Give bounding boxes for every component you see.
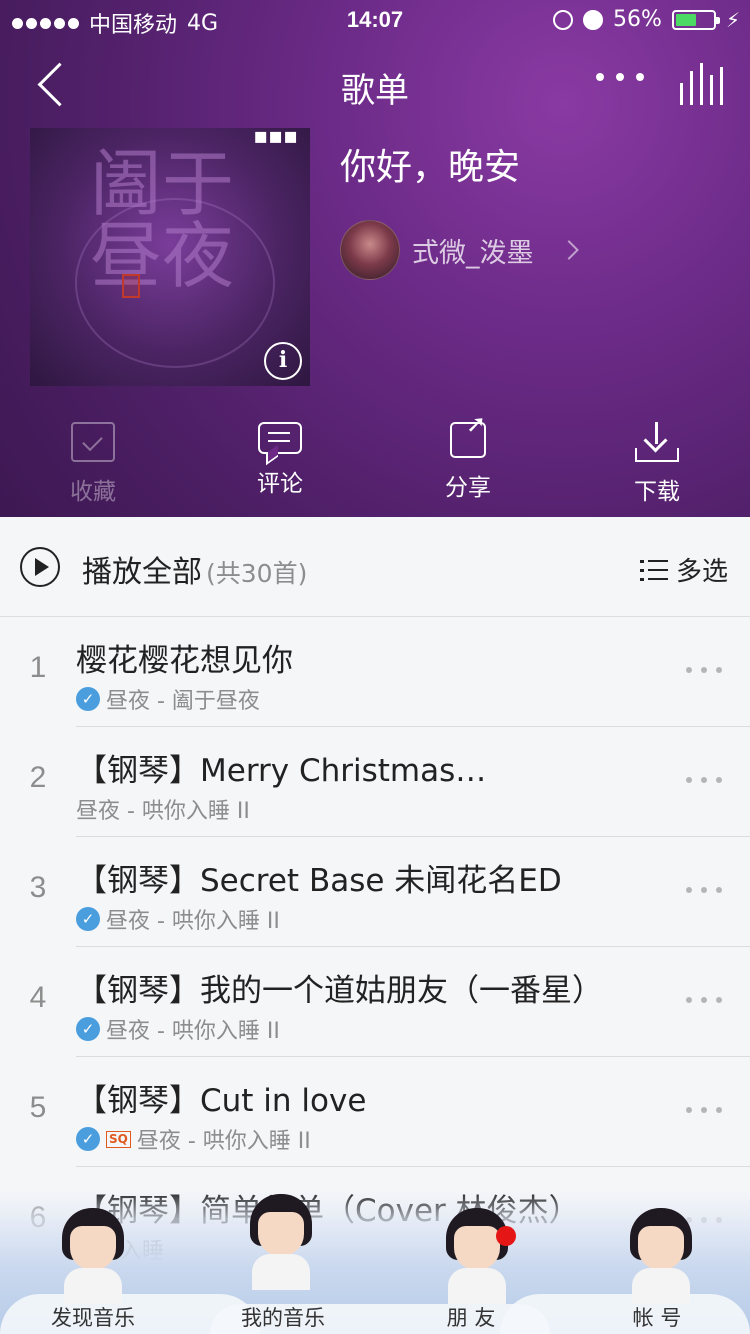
comment-button[interactable]: 评论 [220, 418, 340, 498]
equalizer-icon[interactable] [680, 63, 726, 105]
collect-label: 收藏 [70, 479, 116, 505]
more-dots-icon[interactable] [596, 73, 644, 81]
song-options-icon[interactable] [686, 777, 722, 783]
orientation-lock-icon [553, 9, 574, 30]
creator-link[interactable]: 式微_泼墨 [340, 220, 579, 280]
sq-quality-icon: SQ [106, 1130, 131, 1148]
song-artist-album: 昼夜 - 哄你入睡 II [76, 799, 250, 824]
avatar [340, 220, 400, 280]
action-bar: 收藏 评论 分享 下载 [0, 410, 750, 510]
creator-name: 式微_泼墨 [412, 237, 534, 269]
character-mitsuha-icon [56, 1208, 130, 1304]
song-title: 【钢琴】Merry Christmas… [76, 753, 487, 789]
song-count: (共30首) [206, 559, 308, 588]
playlist-cover[interactable]: 阖于昼夜 ▪▪▪ i [30, 128, 310, 386]
playlist-header: 中国移动 4G 14:07 56% ⚡ 歌单 阖于昼夜 ▪▪▪ i 你好，晚安 … [0, 0, 750, 517]
share-button[interactable]: 分享 [408, 410, 528, 502]
alarm-icon [583, 9, 604, 30]
status-bar: 中国移动 4G 14:07 56% ⚡ [0, 0, 750, 40]
song-title: 【钢琴】我的一个道姑朋友（一番星） [76, 973, 603, 1009]
tab-discover-music[interactable]: 发现音乐 [18, 1302, 168, 1332]
song-index: 4 [29, 981, 47, 1014]
song-index: 1 [29, 651, 47, 684]
cover-art-calligraphy: 阖于昼夜 [90, 142, 235, 298]
share-label: 分享 [445, 475, 491, 501]
download-label: 下载 [634, 479, 680, 505]
comment-label: 评论 [257, 471, 303, 497]
play-icon[interactable] [20, 547, 60, 587]
battery-percent: 56% [613, 7, 662, 32]
song-title: 【钢琴】Secret Base 未闻花名ED [76, 863, 562, 899]
chevron-right-icon [558, 240, 579, 260]
notification-dot [496, 1226, 516, 1246]
character-mitsuha-braid-icon [440, 1208, 514, 1304]
song-options-icon[interactable] [686, 667, 722, 673]
seal-stamp [122, 274, 140, 298]
song-list: 1 樱花樱花想见你 ✓ 昼夜 - 阖于昼夜 2 【钢琴】Merry Christm… [0, 617, 750, 1277]
song-options-icon[interactable] [686, 997, 722, 1003]
song-title: 【钢琴】Cut in love [76, 1083, 367, 1119]
song-index: 5 [29, 1091, 47, 1124]
song-artist-album: 昼夜 - 阖于昼夜 [106, 689, 260, 714]
song-row[interactable]: 2 【钢琴】Merry Christmas… 昼夜 - 哄你入睡 II [0, 727, 750, 837]
song-row[interactable]: 5 【钢琴】Cut in love ✓ SQ 昼夜 - 哄你入睡 II [0, 1057, 750, 1167]
play-all-row[interactable]: 播放全部 (共30首) 多选 [0, 517, 750, 617]
song-artist-album: 昼夜 - 哄你入睡 II [106, 909, 280, 934]
song-options-icon[interactable] [686, 887, 722, 893]
song-artist-album: 昼夜 - 哄你入睡 II [136, 1129, 311, 1154]
playlist-title: 你好，晚安 [340, 147, 521, 188]
tab-friends[interactable]: 朋 友 [396, 1302, 546, 1332]
tab-account[interactable]: 帐 号 [582, 1302, 732, 1332]
list-icon [639, 558, 668, 582]
verified-icon: ✓ [76, 687, 100, 711]
play-count-icon: ▪▪▪ [253, 128, 298, 149]
charging-icon: ⚡ [725, 7, 740, 32]
song-artist-album: 昼夜 - 哄你入睡 II [106, 1019, 280, 1044]
download-icon [635, 422, 679, 462]
download-button[interactable]: 下载 [597, 418, 717, 506]
character-taki-shocked-icon [624, 1208, 698, 1304]
favorite-folder-icon [71, 422, 115, 462]
info-icon[interactable]: i [264, 342, 302, 380]
nav-bar: 歌单 [0, 55, 750, 115]
play-all-label: 播放全部 [82, 555, 202, 590]
song-index: 3 [29, 871, 47, 904]
verified-icon: ✓ [76, 1017, 100, 1041]
song-row[interactable]: 1 樱花樱花想见你 ✓ 昼夜 - 阖于昼夜 [0, 617, 750, 727]
share-icon [450, 410, 486, 458]
song-index: 2 [29, 761, 47, 794]
battery-icon [671, 9, 720, 30]
multi-select-button[interactable]: 多选 [639, 551, 728, 588]
tab-my-music[interactable]: 我的音乐 [208, 1302, 358, 1332]
verified-icon: ✓ [76, 907, 100, 931]
song-row[interactable]: 4 【钢琴】我的一个道姑朋友（一番星） ✓ 昼夜 - 哄你入睡 II [0, 947, 750, 1057]
song-row[interactable]: 3 【钢琴】Secret Base 未闻花名ED ✓ 昼夜 - 哄你入睡 II [0, 837, 750, 947]
verified-icon: ✓ [76, 1127, 100, 1151]
multi-select-label: 多选 [675, 557, 728, 587]
collect-button[interactable]: 收藏 [33, 418, 153, 506]
song-title: 樱花樱花想见你 [76, 643, 293, 679]
comment-icon [258, 422, 302, 454]
page-title: 歌单 [341, 71, 409, 111]
character-taki-icon [244, 1194, 318, 1304]
song-options-icon[interactable] [686, 1107, 722, 1113]
